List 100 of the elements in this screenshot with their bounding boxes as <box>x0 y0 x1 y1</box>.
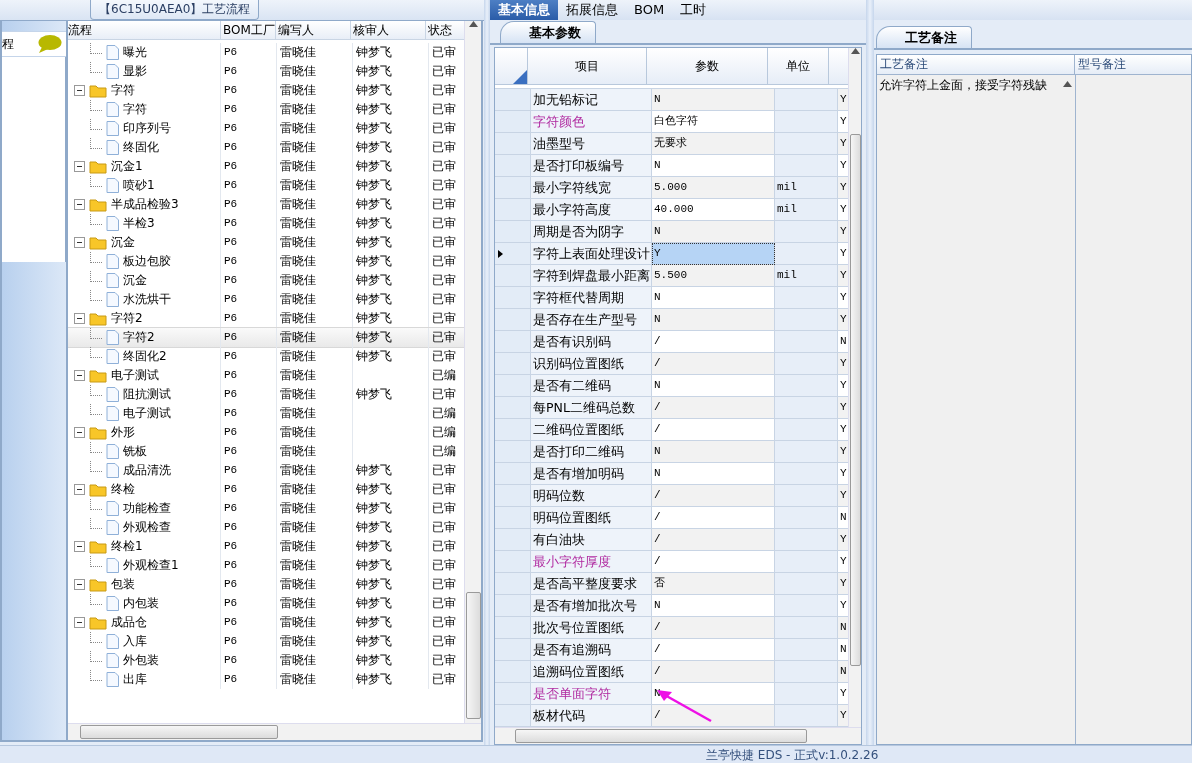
tree-row[interactable]: 出库 P6 雷晓佳 钟梦飞 已审 <box>68 670 464 689</box>
tree-row[interactable]: 终固化 P6 雷晓佳 钟梦飞 已审 <box>68 138 464 157</box>
vertical-scrollbar[interactable] <box>464 21 481 723</box>
table-cell[interactable]: / <box>652 705 775 727</box>
tree-row[interactable]: 印序列号 P6 雷晓佳 钟梦飞 已审 <box>68 119 464 138</box>
tree-row[interactable]: 阻抗测试 P6 雷晓佳 钟梦飞 已审 <box>68 385 464 404</box>
table-cell[interactable]: Y <box>652 243 775 265</box>
collapse-toggle[interactable] <box>74 617 85 628</box>
table-row[interactable]: 字符到焊盘最小距离 5.500 mil Y <box>495 265 848 287</box>
tab[interactable]: 基本信息 <box>490 0 558 20</box>
tree-row[interactable]: 字符 P6 雷晓佳 钟梦飞 已审 <box>68 100 464 119</box>
scrollbar-thumb[interactable] <box>80 725 278 739</box>
subtab[interactable]: 工艺备注 <box>876 26 972 48</box>
tree-row[interactable]: 成品仓 P6 雷晓佳 钟梦飞 已审 <box>68 613 464 632</box>
tree-row[interactable]: 外形 P6 雷晓佳 已编 <box>68 423 464 442</box>
tree-row[interactable]: 成品清洗 P6 雷晓佳 钟梦飞 已审 <box>68 461 464 480</box>
column-header[interactable]: 工艺备注 <box>877 55 1075 74</box>
table-row[interactable]: 批次号位置图纸 / N <box>495 617 848 639</box>
table-cell[interactable]: / <box>652 353 775 375</box>
scrollbar-thumb[interactable] <box>515 729 807 743</box>
table-row[interactable]: 板材代码 / Y <box>495 705 848 727</box>
column-header[interactable]: 单位 <box>768 48 829 84</box>
collapse-toggle[interactable] <box>74 237 85 248</box>
table-cell[interactable]: 无要求 <box>652 133 775 155</box>
table-row[interactable]: 是否高平整度要求 否 Y <box>495 573 848 595</box>
column-header[interactable]: 参数 <box>647 48 768 84</box>
subtab[interactable]: 基本参数 <box>500 21 596 43</box>
table-cell[interactable]: N <box>652 221 775 243</box>
tree-row[interactable]: 板边包胶 P6 雷晓佳 钟梦飞 已审 <box>68 252 464 271</box>
tab[interactable]: 工时 <box>672 0 715 20</box>
collapse-toggle[interactable] <box>74 161 85 172</box>
table-row[interactable]: 加无铅标记 N Y <box>495 89 848 111</box>
column-header[interactable]: 编写人 <box>276 21 351 39</box>
table-row[interactable]: 字符上表面处理设计 Y Y <box>495 243 848 265</box>
tree-row[interactable]: 终检 P6 雷晓佳 钟梦飞 已审 <box>68 480 464 499</box>
tree-row[interactable]: 包装 P6 雷晓佳 钟梦飞 已审 <box>68 575 464 594</box>
table-row[interactable]: 油墨型号 无要求 Y <box>495 133 848 155</box>
collapse-toggle[interactable] <box>74 541 85 552</box>
tree-row[interactable]: 沉金1 P6 雷晓佳 钟梦飞 已审 <box>68 157 464 176</box>
table-row[interactable]: 最小字符线宽 5.000 mil Y <box>495 177 848 199</box>
scroll-up-icon[interactable] <box>1062 81 1072 87</box>
scrollbar-thumb[interactable] <box>465 592 481 719</box>
table-row[interactable]: 有白油块 / Y <box>495 529 848 551</box>
tree-row[interactable]: 喷砂1 P6 雷晓佳 钟梦飞 已审 <box>68 176 464 195</box>
table-cell[interactable]: N <box>652 309 775 331</box>
table-row[interactable]: 每PNL二维码总数 / Y <box>495 397 848 419</box>
tree-row[interactable]: 功能检查 P6 雷晓佳 钟梦飞 已审 <box>68 499 464 518</box>
table-row[interactable]: 明码位数 / Y <box>495 485 848 507</box>
scroll-up-icon[interactable] <box>850 48 860 54</box>
table-cell[interactable]: 否 <box>652 573 775 595</box>
tree-row[interactable]: 电子测试 P6 雷晓佳 已编 <box>68 404 464 423</box>
collapse-toggle[interactable] <box>74 370 85 381</box>
tab[interactable]: BOM <box>626 0 673 20</box>
table-row[interactable]: 追溯码位置图纸 / N <box>495 661 848 683</box>
table-cell[interactable]: / <box>652 529 775 551</box>
tree-row[interactable]: 沉金 P6 雷晓佳 钟梦飞 已审 <box>68 233 464 252</box>
table-row[interactable]: 周期是否为阴字 N Y <box>495 221 848 243</box>
collapse-toggle[interactable] <box>74 85 85 96</box>
scrollbar-thumb[interactable] <box>849 134 861 666</box>
table-cell[interactable]: N <box>652 441 775 463</box>
tree-row[interactable]: 外观检查1 P6 雷晓佳 钟梦飞 已审 <box>68 556 464 575</box>
column-header[interactable]: 状态 <box>426 21 462 39</box>
table-cell[interactable]: N <box>652 89 775 111</box>
tree-row[interactable]: 半检3 P6 雷晓佳 钟梦飞 已审 <box>68 214 464 233</box>
collapse-toggle[interactable] <box>74 427 85 438</box>
table-cell[interactable]: / <box>652 397 775 419</box>
tree-row[interactable]: 水洗烘干 P6 雷晓佳 钟梦飞 已审 <box>68 290 464 309</box>
vertical-scrollbar[interactable] <box>848 48 861 727</box>
tree-row[interactable]: 铣板 P6 雷晓佳 已编 <box>68 442 464 461</box>
tree-row[interactable]: 终检1 P6 雷晓佳 钟梦飞 已审 <box>68 537 464 556</box>
table-cell[interactable]: / <box>652 485 775 507</box>
tree-row[interactable]: 终固化2 P6 雷晓佳 钟梦飞 已审 <box>68 347 464 366</box>
tree-row[interactable]: 外观检查 P6 雷晓佳 钟梦飞 已审 <box>68 518 464 537</box>
collapse-toggle[interactable] <box>74 199 85 210</box>
column-header[interactable]: BOM工厂 <box>221 21 276 39</box>
tree-row[interactable]: 字符2 P6 雷晓佳 钟梦飞 已审 <box>68 328 464 347</box>
column-header[interactable]: 核审人 <box>351 21 426 39</box>
tab[interactable]: 拓展信息 <box>558 0 626 20</box>
table-row[interactable]: 是否打印二维码 N Y <box>495 441 848 463</box>
horizontal-scrollbar[interactable] <box>68 723 481 740</box>
collapse-toggle[interactable] <box>74 579 85 590</box>
table-cell[interactable]: 5.000 <box>652 177 775 199</box>
tree-row[interactable]: 外包装 P6 雷晓佳 钟梦飞 已审 <box>68 651 464 670</box>
tree-row[interactable]: 沉金 P6 雷晓佳 钟梦飞 已审 <box>68 271 464 290</box>
table-cell[interactable]: 5.500 <box>652 265 775 287</box>
tree-row[interactable]: 显影 P6 雷晓佳 钟梦飞 已审 <box>68 62 464 81</box>
collapse-toggle[interactable] <box>74 484 85 495</box>
column-header[interactable]: 流程 <box>68 21 221 39</box>
tree-row[interactable]: 曝光 P6 雷晓佳 钟梦飞 已审 <box>68 43 464 62</box>
column-header[interactable]: 型号备注 <box>1075 55 1191 74</box>
tree-row[interactable]: 入库 P6 雷晓佳 钟梦飞 已审 <box>68 632 464 651</box>
collapse-toggle[interactable] <box>74 313 85 324</box>
tree-row[interactable]: 内包装 P6 雷晓佳 钟梦飞 已审 <box>68 594 464 613</box>
table-row[interactable]: 是否存在生产型号 N Y <box>495 309 848 331</box>
table-row[interactable]: 识别码位置图纸 / Y <box>495 353 848 375</box>
table-cell[interactable]: / <box>652 617 775 639</box>
tree-row[interactable]: 字符 P6 雷晓佳 钟梦飞 已审 <box>68 81 464 100</box>
tree-row[interactable]: 半成品检验3 P6 雷晓佳 钟梦飞 已审 <box>68 195 464 214</box>
tree-row[interactable]: 电子测试 P6 雷晓佳 已编 <box>68 366 464 385</box>
sidebar-item[interactable]: 程 <box>2 31 66 57</box>
